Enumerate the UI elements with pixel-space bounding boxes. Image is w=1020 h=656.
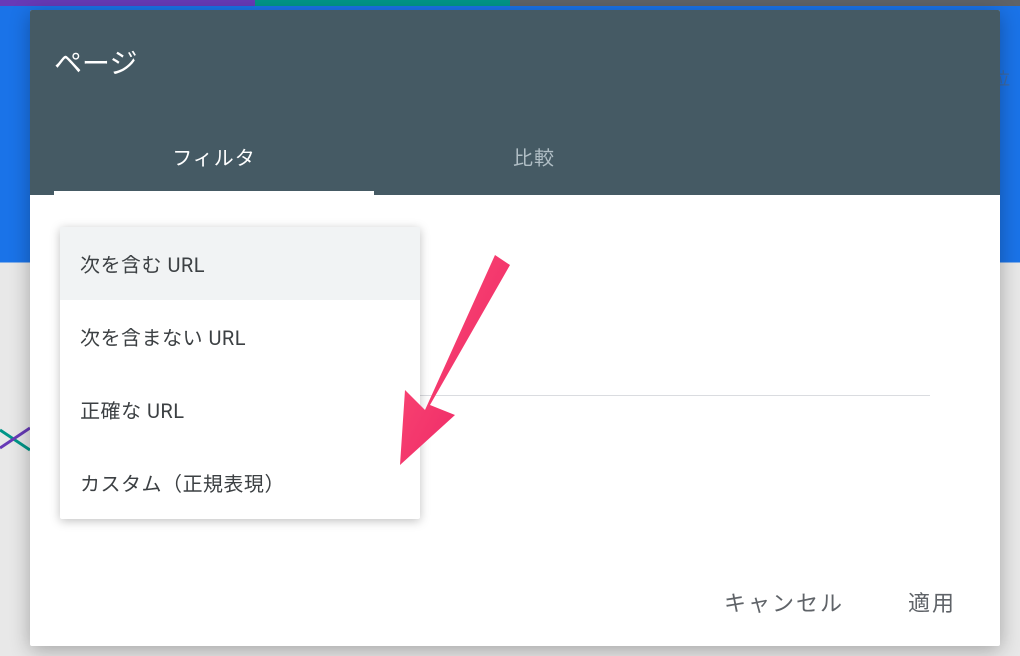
dialog-footer: キャンセル 適用 (30, 557, 1000, 646)
dialog-header: ページ フィルタ 比較 (30, 10, 1000, 195)
tabs: フィルタ 比較 (54, 122, 976, 195)
apply-button[interactable]: 適用 (896, 578, 968, 626)
dropdown-item-custom-regex[interactable]: カスタム（正規表現） (60, 446, 420, 519)
dialog-body: 次を含む URL 次を含まない URL 正確な URL カスタム（正規表現） (30, 195, 1000, 557)
dropdown-item-exact[interactable]: 正確な URL (60, 373, 420, 446)
tab-compare[interactable]: 比較 (374, 122, 694, 195)
dropdown-item-not-contains[interactable]: 次を含まない URL (60, 300, 420, 373)
dropdown-item-contains[interactable]: 次を含む URL (60, 227, 420, 300)
filter-type-dropdown: 次を含む URL 次を含まない URL 正確な URL カスタム（正規表現） (60, 227, 420, 519)
backdrop-topbar (0, 0, 1020, 6)
cancel-button[interactable]: キャンセル (712, 578, 856, 626)
page-filter-dialog: ページ フィルタ 比較 次を含む URL 次を含まない URL 正確な URL … (30, 10, 1000, 646)
chart-line-fragment (0, 410, 30, 470)
tab-filter[interactable]: フィルタ (54, 122, 374, 195)
dialog-title: ページ (54, 42, 976, 122)
